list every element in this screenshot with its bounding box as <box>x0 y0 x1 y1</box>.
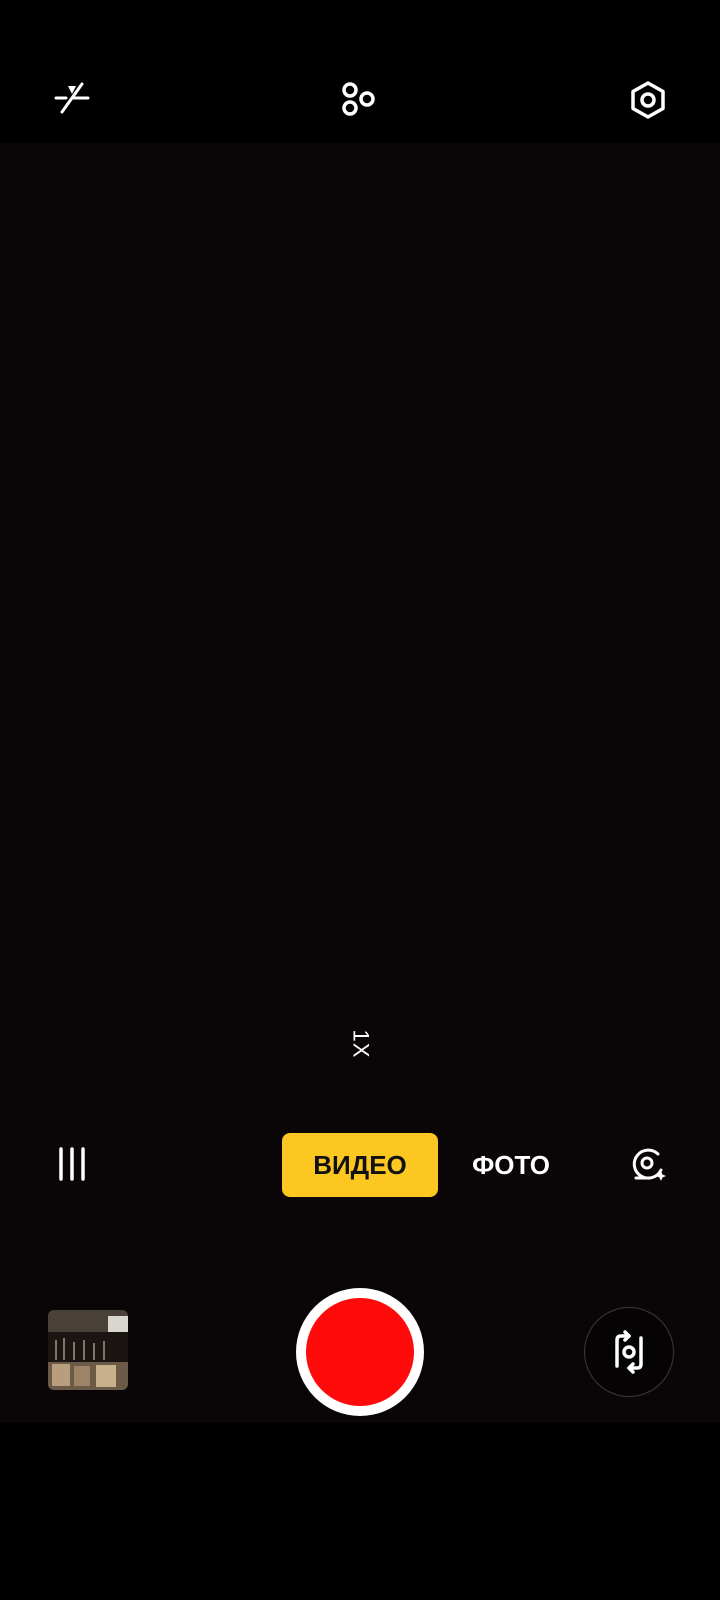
gallery-thumbnail[interactable] <box>48 1310 128 1390</box>
zoom-label: 1X <box>347 1029 373 1059</box>
thumbnail-image <box>48 1310 128 1390</box>
switch-camera-icon <box>615 1330 643 1374</box>
ai-scene-icon[interactable] <box>628 1144 668 1184</box>
camera-viewfinder[interactable] <box>0 143 720 1423</box>
top-bar <box>0 0 720 143</box>
filters-icon[interactable] <box>338 80 382 120</box>
record-button[interactable] <box>296 1288 424 1416</box>
bottom-panel <box>0 1423 720 1600</box>
zoom-button[interactable]: 1X <box>338 1022 382 1066</box>
mode-video-button[interactable]: ВИДЕО <box>282 1133 438 1197</box>
settings-icon[interactable] <box>628 80 668 120</box>
record-button-core <box>306 1298 414 1406</box>
menu-icon[interactable] <box>56 1146 88 1182</box>
mode-photo-button[interactable]: ФОТО <box>466 1133 556 1197</box>
mode-bar: ВИДЕО ФОТО <box>0 1130 720 1202</box>
flash-off-icon[interactable] <box>52 78 92 118</box>
switch-camera-button[interactable] <box>584 1307 674 1397</box>
